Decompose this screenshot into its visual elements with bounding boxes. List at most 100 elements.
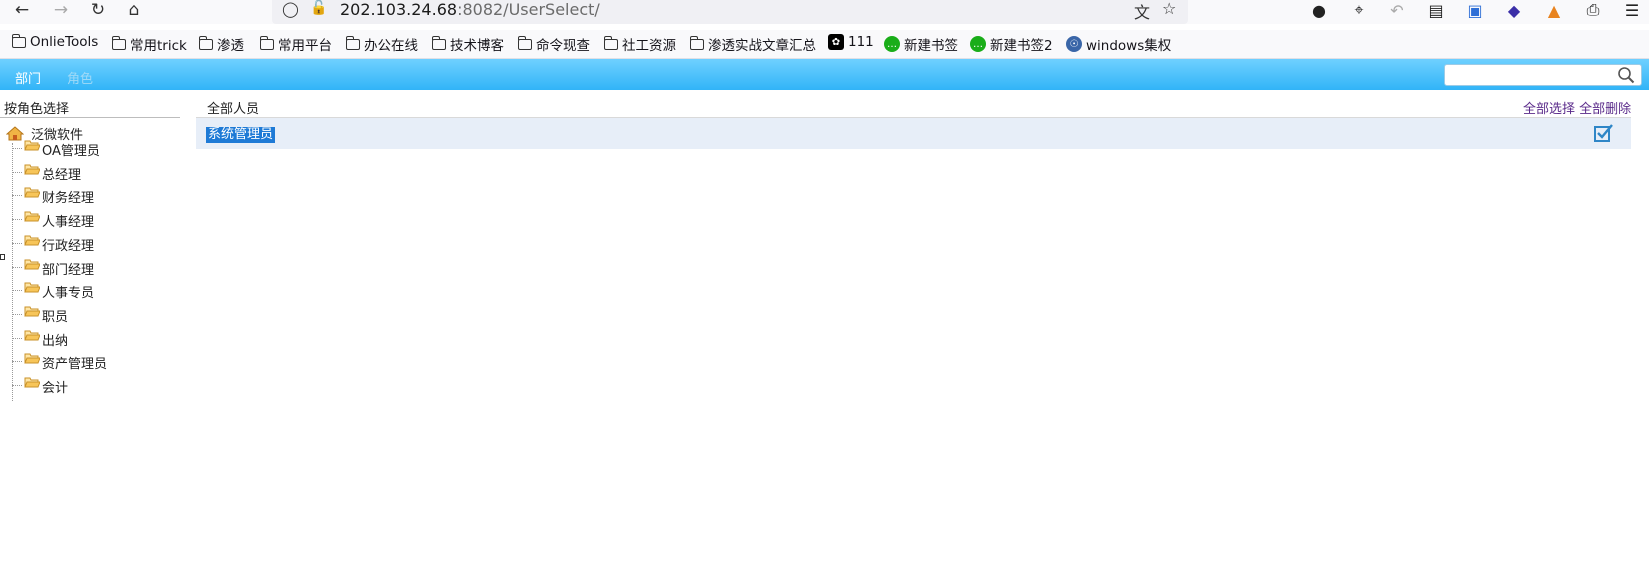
delete-all-link[interactable]: 全部删除 — [1579, 102, 1631, 117]
home-icon — [6, 126, 24, 141]
bookmark-label: 111 — [848, 34, 874, 50]
home-icon[interactable]: ⌂ — [122, 0, 146, 20]
bookmark-folder[interactable]: 渗透实战文章汇总 — [689, 34, 816, 54]
open-folder-icon — [24, 235, 40, 246]
search-input[interactable] — [1444, 64, 1642, 86]
menu-icon[interactable]: ☰ — [1620, 0, 1644, 20]
folder-icon — [198, 35, 213, 50]
address-bar[interactable]: ◯ 🔓 202.103.24.68:8082/UserSelect/ 文 ☆ — [272, 0, 1188, 24]
tree-connector — [12, 195, 22, 197]
openai-icon: ✿ — [828, 34, 844, 50]
star-icon[interactable]: ☆ — [1162, 0, 1176, 18]
select-all-link[interactable]: 全部选择 — [1523, 102, 1575, 117]
bookmark-label: 社工资源 — [622, 38, 676, 54]
tree-node-label: 人事经理 — [42, 215, 95, 231]
bookmark-label: windows集权 — [1086, 38, 1172, 54]
bookmark-link[interactable]: ☉ windows集权 — [1066, 34, 1171, 54]
bookmark-label: 渗透 — [217, 38, 244, 54]
table-row[interactable]: 系统管理员 — [196, 118, 1631, 149]
translate-icon[interactable]: 文 — [1134, 0, 1150, 23]
crop-icon[interactable]: ⌖ — [1347, 0, 1371, 20]
bookmark-folder[interactable]: 社工资源 — [603, 34, 676, 54]
browser-toolbar: ← → ↻ ⌂ ◯ 🔓 202.103.24.68:8082/UserSelec… — [0, 0, 1649, 24]
tree-node-label: 人事专员 — [42, 286, 95, 302]
open-folder-icon — [24, 330, 40, 341]
folder-icon — [345, 35, 360, 50]
search-icon[interactable] — [1617, 66, 1635, 84]
divider — [0, 117, 180, 118]
open-folder-icon — [24, 211, 40, 222]
insecure-lock-icon[interactable]: 🔓 — [310, 0, 327, 16]
bookmark-folder[interactable]: OnlieTools — [11, 33, 99, 50]
bookmark-label: 新建书签2 — [990, 38, 1053, 54]
tree-node-label: 职员 — [42, 309, 69, 325]
bookmark-folder[interactable]: 渗透 — [198, 34, 244, 54]
tree-node-label: 资产管理员 — [42, 357, 108, 373]
url-text[interactable]: 202.103.24.68:8082/UserSelect/ — [340, 0, 600, 19]
folder-icon — [111, 35, 126, 50]
tree-node-label: 总经理 — [42, 167, 82, 183]
role-panel-title: 按角色选择 — [4, 102, 70, 117]
url-path: :8082/UserSelect/ — [457, 0, 600, 19]
account-icon[interactable]: ● — [1307, 0, 1331, 20]
bookmark-folder[interactable]: 技术博客 — [431, 34, 504, 54]
wechat-icon: … — [970, 36, 986, 52]
folder-icon — [11, 33, 26, 48]
bookmark-link[interactable]: … 新建书签2 — [970, 34, 1053, 54]
tree-connector — [12, 148, 22, 149]
user-name[interactable]: 系统管理员 — [206, 127, 276, 143]
open-folder-icon — [24, 259, 40, 269]
bookmark-label: 新建书签 — [904, 38, 958, 54]
translate-extension-icon[interactable]: ▣ — [1463, 0, 1487, 20]
folder-icon — [603, 35, 618, 50]
tree-connector — [12, 385, 22, 386]
tree-connector — [12, 361, 22, 363]
tree-connector — [12, 219, 22, 221]
bookmark-label: 技术博客 — [450, 38, 504, 54]
open-folder-icon — [24, 353, 40, 364]
bookmark-link[interactable]: … 新建书签 — [884, 34, 958, 54]
tab-department[interactable]: 部门 — [15, 68, 41, 87]
open-folder-icon — [24, 140, 40, 151]
forward-arrow-icon[interactable]: → — [49, 0, 73, 20]
layers-icon[interactable]: ◆ — [1502, 0, 1526, 20]
sidebar-icon[interactable]: ▤ — [1424, 0, 1448, 20]
reload-icon[interactable]: ↻ — [86, 0, 110, 20]
bookmark-folder[interactable]: 办公在线 — [345, 34, 418, 54]
fox-icon[interactable]: ▲ — [1542, 0, 1566, 20]
tree-connector — [12, 290, 22, 292]
bookmark-label: 常用平台 — [278, 38, 332, 54]
tree-connector — [12, 337, 22, 339]
open-folder-icon — [24, 164, 40, 175]
tree-node-label: 部门经理 — [42, 262, 95, 278]
tree-node-label: OA管理员 — [42, 144, 100, 159]
collapse-handle[interactable] — [0, 254, 5, 260]
tree-node-label: 财务经理 — [42, 191, 95, 207]
url-host: 202.103.24.68 — [340, 0, 458, 19]
bookmark-label: 渗透实战文章汇总 — [708, 38, 816, 54]
bookmark-label: 命令现查 — [536, 38, 590, 54]
shield-icon[interactable]: ◯ — [282, 0, 299, 18]
bookmark-folder[interactable]: 命令现查 — [517, 34, 590, 54]
bookmark-label: OnlieTools — [30, 34, 99, 50]
bookmark-link[interactable]: ✿ 111 — [828, 34, 874, 50]
tree-connector — [12, 171, 22, 173]
extensions-icon[interactable]: ⎙ — [1581, 0, 1605, 20]
tab-role[interactable]: 角色 — [67, 68, 93, 87]
open-folder-icon — [24, 282, 40, 293]
folder-icon — [517, 35, 532, 50]
open-folder-icon — [24, 377, 40, 388]
back-arrow-icon[interactable]: ← — [10, 0, 34, 20]
checked-checkbox-icon[interactable] — [1593, 123, 1615, 143]
folder-icon — [689, 35, 704, 50]
open-folder-icon — [24, 187, 40, 198]
bookmarks-bar: OnlieTools 常用trick 渗透 常用平台 办公在线 技术博客 命令现… — [0, 30, 1649, 59]
app-header: 部门 角色 — [0, 59, 1649, 90]
bookmark-folder[interactable]: 常用平台 — [259, 34, 332, 54]
undo-icon[interactable]: ↶ — [1385, 0, 1409, 20]
bookmark-label: 常用trick — [130, 38, 187, 54]
bookmark-folder[interactable]: 常用trick — [111, 34, 187, 54]
folder-icon — [259, 35, 274, 50]
bookmark-label: 办公在线 — [364, 38, 418, 54]
tree-node-label: 行政经理 — [42, 238, 95, 254]
